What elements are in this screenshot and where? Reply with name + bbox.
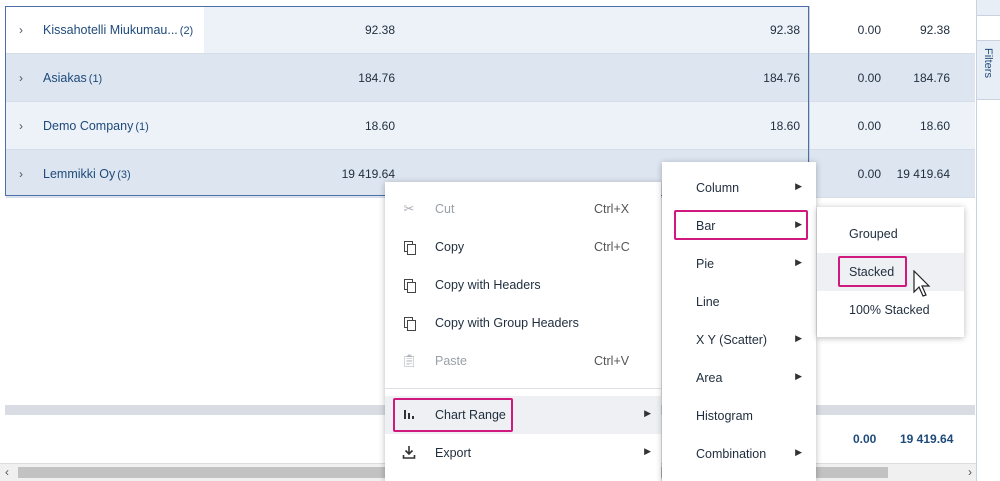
group-row[interactable]: › Kissahotelli Miukumau... (2) 92.38 92.3… bbox=[6, 6, 975, 54]
menu-item-line[interactable]: Line bbox=[662, 283, 816, 321]
copy-icon bbox=[401, 239, 417, 255]
menu-item-label: Grouped bbox=[849, 227, 898, 241]
cell-value: 0.00 bbox=[857, 119, 881, 133]
row-band bbox=[204, 6, 809, 53]
cell-value: 18.60 bbox=[769, 119, 800, 133]
bar-chart-submenu: Grouped Stacked 100% Stacked bbox=[817, 207, 964, 337]
group-row[interactable]: › Demo Company (1) 18.60 18.60 0.00 18.60 bbox=[6, 102, 975, 150]
cell-value: 92.38 bbox=[919, 23, 950, 37]
menu-item-100-stacked[interactable]: 100% Stacked bbox=[817, 291, 964, 329]
menu-item-label: X Y (Scatter) bbox=[696, 333, 768, 347]
menu-separator bbox=[385, 388, 661, 389]
menu-item-label: Paste bbox=[435, 354, 467, 368]
menu-item-label: Cut bbox=[435, 202, 455, 216]
submenu-arrow-icon: ▶ bbox=[795, 219, 802, 229]
menu-item-label: Copy with Group Headers bbox=[435, 316, 579, 330]
menu-item-label: Stacked bbox=[849, 265, 895, 279]
menu-item-copy-with-headers[interactable]: Copy with Headers bbox=[385, 266, 661, 304]
menu-item-stacked[interactable]: Stacked bbox=[817, 253, 964, 291]
context-menu: ✂ Cut Ctrl+X Copy Ctrl+C Copy with Heade… bbox=[385, 182, 661, 481]
menu-item-chart-range[interactable]: Chart Range ▶ bbox=[385, 396, 661, 434]
chevron-right-icon[interactable]: › bbox=[19, 23, 23, 37]
menu-item-pie[interactable]: Pie ▶ bbox=[662, 245, 816, 283]
mouse-cursor-icon bbox=[913, 270, 931, 297]
cell-value: 19 419.64 bbox=[896, 167, 950, 181]
menu-item-label: Pie bbox=[696, 257, 715, 271]
submenu-arrow-icon: ▶ bbox=[644, 446, 651, 456]
cell-value: 92.38 bbox=[769, 23, 800, 37]
menu-item-paste[interactable]: 📋︎ Paste Ctrl+V bbox=[385, 342, 661, 380]
group-name: Lemmikki Oy (3) bbox=[43, 167, 131, 181]
menu-item-label: Chart Range bbox=[435, 408, 506, 422]
copy-icon bbox=[401, 277, 417, 293]
cell-value: 184.76 bbox=[913, 71, 950, 85]
menu-item-copy[interactable]: Copy Ctrl+C bbox=[385, 228, 661, 266]
scroll-left-icon[interactable]: ‹ bbox=[5, 465, 9, 479]
chevron-right-icon[interactable]: › bbox=[19, 119, 23, 133]
scroll-right-icon[interactable]: › bbox=[968, 465, 972, 479]
cell-value: 18.60 bbox=[364, 119, 395, 133]
cell-value: 19 419.64 bbox=[341, 167, 395, 181]
menu-item-export[interactable]: Export ▶ bbox=[385, 434, 661, 472]
chevron-right-icon[interactable]: › bbox=[19, 71, 23, 85]
menu-item-grouped[interactable]: Grouped bbox=[817, 215, 964, 253]
submenu-arrow-icon: ▶ bbox=[795, 333, 802, 343]
menu-item-label: Bar bbox=[696, 219, 716, 233]
cell-value: 18.60 bbox=[919, 119, 950, 133]
submenu-arrow-icon: ▶ bbox=[795, 257, 802, 267]
chevron-right-icon[interactable]: › bbox=[19, 167, 23, 181]
copy-icon bbox=[401, 315, 417, 331]
columns-tab[interactable] bbox=[977, 0, 1000, 16]
bar-chart-icon bbox=[401, 407, 417, 423]
total-value: 0.00 bbox=[853, 432, 877, 446]
menu-item-label: Copy bbox=[435, 240, 465, 254]
menu-item-label: Combination bbox=[696, 447, 767, 461]
submenu-arrow-icon: ▶ bbox=[795, 181, 802, 191]
menu-item-label: Line bbox=[696, 295, 720, 309]
menu-item-copy-with-group-headers[interactable]: Copy with Group Headers bbox=[385, 304, 661, 342]
menu-item-xy-scatter[interactable]: X Y (Scatter) ▶ bbox=[662, 321, 816, 359]
menu-item-label: Histogram bbox=[696, 409, 753, 423]
menu-item-label: Copy with Headers bbox=[435, 278, 541, 292]
menu-item-label: Export bbox=[435, 446, 472, 460]
scissors-icon: ✂ bbox=[403, 201, 415, 216]
group-name: Asiakas (1) bbox=[43, 71, 103, 85]
cell-value: 92.38 bbox=[364, 23, 395, 37]
total-value: 19 419.64 bbox=[900, 432, 954, 446]
menu-item-histogram[interactable]: Histogram bbox=[662, 397, 816, 435]
menu-item-label: Column bbox=[696, 181, 740, 195]
clipboard-icon: 📋︎ bbox=[401, 353, 418, 368]
cell-value: 0.00 bbox=[857, 71, 881, 85]
menu-item-bar[interactable]: Bar ▶ bbox=[662, 207, 816, 245]
shortcut-label: Ctrl+X bbox=[594, 202, 630, 216]
submenu-arrow-icon: ▶ bbox=[795, 371, 802, 381]
submenu-arrow-icon: ▶ bbox=[644, 408, 651, 418]
filters-tab-label: Filters bbox=[982, 48, 994, 78]
cell-value: 0.00 bbox=[857, 167, 881, 181]
shortcut-label: Ctrl+V bbox=[594, 354, 630, 368]
menu-item-combination[interactable]: Combination ▶ bbox=[662, 435, 816, 473]
cell-value: 0.00 bbox=[857, 23, 881, 37]
menu-item-area[interactable]: Area ▶ bbox=[662, 359, 816, 397]
download-icon bbox=[401, 445, 417, 461]
chart-type-menu: Column ▶ Bar ▶ Pie ▶ Line X Y (Scatter) … bbox=[662, 162, 816, 481]
group-name: Kissahotelli Miukumau... (2) bbox=[43, 23, 194, 37]
group-name: Demo Company (1) bbox=[43, 119, 149, 133]
cell-value: 184.76 bbox=[763, 71, 800, 85]
submenu-arrow-icon: ▶ bbox=[795, 447, 802, 457]
menu-item-cut[interactable]: ✂ Cut Ctrl+X bbox=[385, 190, 661, 228]
cell-value: 184.76 bbox=[358, 71, 395, 85]
group-row[interactable]: › Asiakas (1) 184.76 184.76 0.00 184.76 bbox=[6, 54, 975, 102]
menu-item-label: 100% Stacked bbox=[849, 303, 930, 317]
side-panel: Filters bbox=[976, 0, 1000, 481]
shortcut-label: Ctrl+C bbox=[594, 240, 630, 254]
menu-item-column[interactable]: Column ▶ bbox=[662, 169, 816, 207]
menu-item-label: Area bbox=[696, 371, 723, 385]
